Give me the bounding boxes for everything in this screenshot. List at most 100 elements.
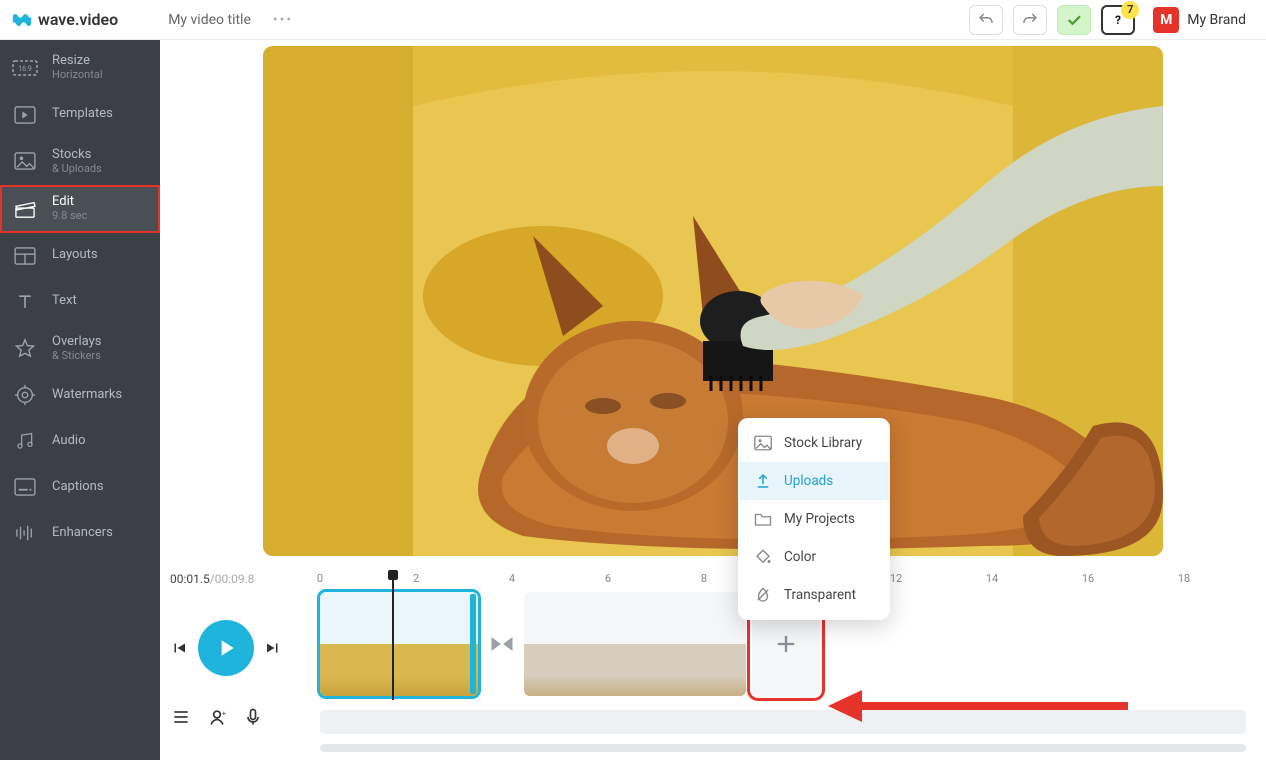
sidebar-item-sublabel: 9.8 sec (52, 210, 87, 223)
ruler-tick: 16 (1082, 572, 1094, 585)
transition-button[interactable] (488, 630, 516, 658)
app-logo-text: wave.video (38, 10, 118, 29)
ruler-tick: 18 (1178, 572, 1190, 585)
sidebar-item-label: Text (52, 294, 77, 309)
timeline-zoom-scrollbar[interactable] (320, 744, 1246, 752)
sidebar-item-label: Captions (52, 480, 104, 495)
menu-item-label: Color (784, 549, 816, 565)
next-clip-button[interactable] (264, 639, 282, 657)
ruler-tick: 0 (317, 572, 323, 585)
sidebar-item-label: Audio (52, 434, 85, 449)
menu-item-label: Uploads (784, 473, 833, 489)
wave-logo-icon (12, 12, 32, 28)
help-badge: 7 (1121, 1, 1139, 19)
sidebar-item-sublabel: & Stickers (52, 350, 101, 363)
sidebar-item-label: Enhancers (52, 526, 113, 541)
main-area: Stock Library Uploads My Projects Color … (160, 40, 1266, 760)
image-icon (12, 148, 38, 174)
menu-item-label: Stock Library (784, 435, 862, 451)
tool-sidebar: 16:9 ResizeHorizontal Templates Stocks& … (0, 40, 160, 760)
undo-button[interactable] (969, 5, 1003, 35)
mic-button[interactable] (242, 706, 264, 728)
sidebar-item-enhancers[interactable]: Enhancers (0, 510, 160, 556)
timeline-region: 00:01.5/00:09.8 + 0 2 4 6 (160, 568, 1266, 760)
sidebar-item-label: Layouts (52, 248, 98, 263)
sidebar-item-label: Edit (52, 195, 87, 210)
sidebar-item-layouts[interactable]: Layouts (0, 233, 160, 279)
audio-track[interactable] (320, 710, 1246, 734)
ruler-tick: 4 (509, 572, 515, 585)
play-icon (213, 635, 239, 661)
menu-item-my-projects[interactable]: My Projects (738, 500, 890, 538)
music-icon (12, 428, 38, 454)
aspect-ratio-icon: 16:9 (12, 55, 38, 81)
timeline-timecode: 00:01.5/00:09.8 (170, 572, 310, 586)
prev-clip-button[interactable] (170, 639, 188, 657)
ruler-tick: 12 (890, 572, 902, 585)
sidebar-item-templates[interactable]: Templates (0, 92, 160, 138)
sidebar-item-text[interactable]: Text (0, 279, 160, 325)
menu-item-label: Transparent (784, 587, 856, 603)
voiceover-button[interactable]: + (206, 706, 228, 728)
ruler-tick: 2 (413, 572, 419, 585)
play-button[interactable] (198, 620, 254, 676)
time-current: 00:01.5 (170, 572, 210, 586)
equalizer-icon (12, 520, 38, 546)
svg-text:?: ? (1115, 13, 1121, 27)
sidebar-item-resize[interactable]: 16:9 ResizeHorizontal (0, 44, 160, 92)
svg-text:16:9: 16:9 (18, 65, 32, 73)
sidebar-item-label: Overlays (52, 335, 101, 350)
timeline-clip-2[interactable] (524, 592, 746, 696)
image-icon (754, 434, 772, 452)
more-menu-button[interactable]: ••• (273, 12, 293, 28)
redo-icon (1021, 11, 1039, 29)
brand-label: My Brand (1187, 12, 1246, 28)
add-clip-menu: Stock Library Uploads My Projects Color … (738, 418, 890, 620)
text-icon (12, 289, 38, 315)
ruler-tick: 6 (605, 572, 611, 585)
menu-item-stock-library[interactable]: Stock Library (738, 424, 890, 462)
gear-icon (12, 382, 38, 408)
app-header: wave.video My video title ••• ? 7 M My B… (0, 0, 1266, 40)
star-icon (12, 336, 38, 362)
sidebar-item-audio[interactable]: Audio (0, 418, 160, 464)
check-icon (1065, 11, 1083, 29)
sidebar-item-label: Resize (52, 54, 103, 69)
brand-menu-button[interactable]: M My Brand (1145, 3, 1254, 37)
ruler-tick: 8 (701, 572, 707, 585)
save-button[interactable] (1057, 5, 1091, 35)
sidebar-item-overlays[interactable]: Overlays& Stickers (0, 325, 160, 373)
menu-item-transparent[interactable]: Transparent (738, 576, 890, 614)
sidebar-item-label: Stocks (52, 148, 102, 163)
sidebar-item-sublabel: & Uploads (52, 163, 102, 176)
playhead[interactable] (392, 572, 394, 700)
timeline-controls: 00:01.5/00:09.8 + (160, 568, 320, 760)
sidebar-item-edit[interactable]: Edit9.8 sec (0, 185, 160, 233)
captions-icon (12, 474, 38, 500)
sidebar-item-stocks[interactable]: Stocks& Uploads (0, 138, 160, 186)
sidebar-item-sublabel: Horizontal (52, 69, 103, 82)
help-button[interactable]: ? 7 (1101, 5, 1135, 35)
menu-item-uploads[interactable]: Uploads (738, 462, 890, 500)
upload-icon (754, 472, 772, 490)
redo-button[interactable] (1013, 5, 1047, 35)
list-view-button[interactable] (170, 706, 192, 728)
sidebar-item-watermarks[interactable]: Watermarks (0, 372, 160, 418)
sidebar-item-captions[interactable]: Captions (0, 464, 160, 510)
layouts-icon (12, 243, 38, 269)
sidebar-item-label: Watermarks (52, 388, 122, 403)
menu-item-label: My Projects (784, 511, 855, 527)
menu-item-color[interactable]: Color (738, 538, 890, 576)
paint-bucket-icon (754, 548, 772, 566)
sidebar-item-label: Templates (52, 107, 113, 122)
project-title[interactable]: My video title (168, 12, 251, 28)
svg-text:+: + (222, 709, 226, 717)
brand-avatar: M (1153, 7, 1179, 33)
timeline-clip-1[interactable] (320, 592, 478, 696)
ruler-tick: 14 (986, 572, 998, 585)
video-preview[interactable] (263, 46, 1163, 556)
templates-icon (12, 102, 38, 128)
transparent-icon (754, 586, 772, 604)
clip-trim-handle[interactable] (470, 594, 476, 694)
app-logo[interactable]: wave.video (12, 10, 118, 29)
